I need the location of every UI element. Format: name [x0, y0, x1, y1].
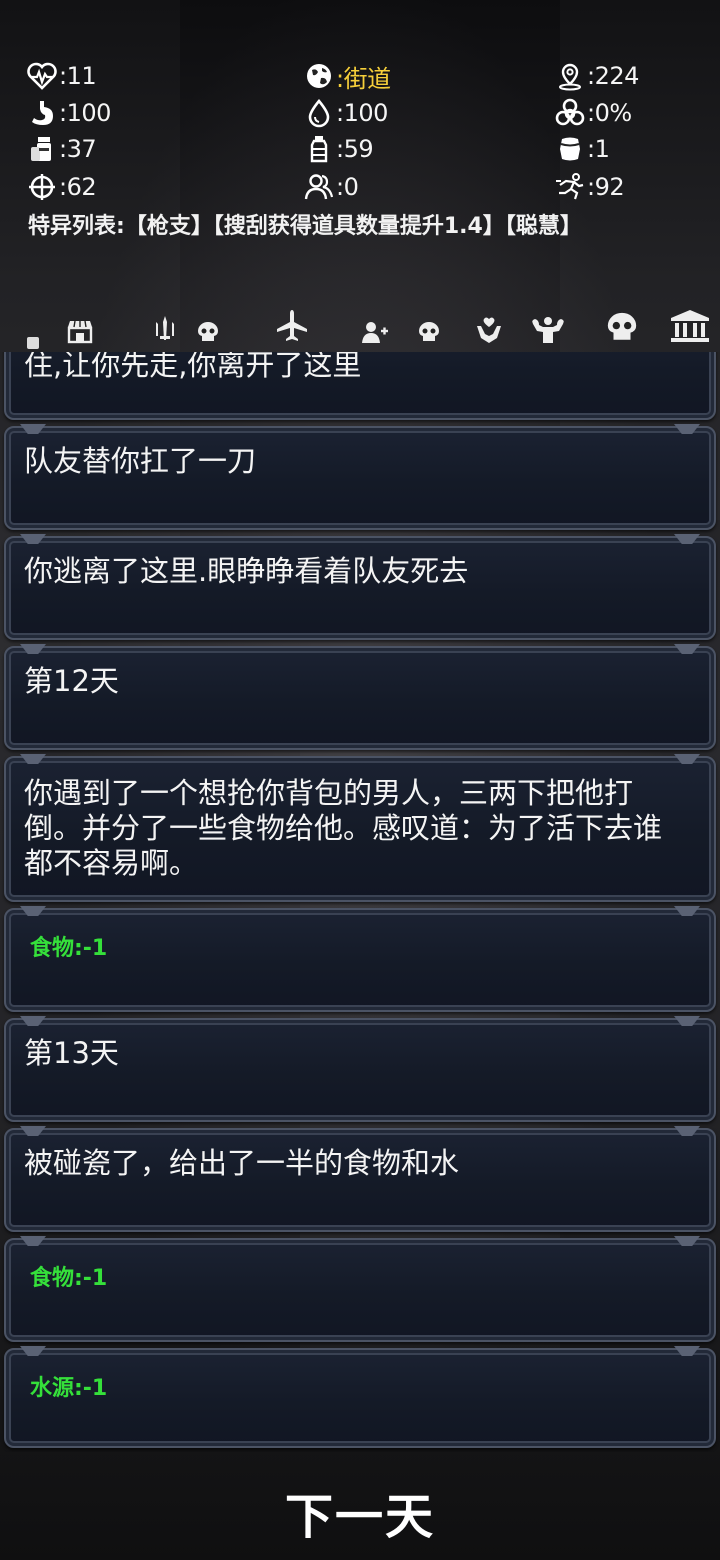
stat-agility-value: :92	[587, 173, 625, 201]
globe-icon	[307, 64, 331, 88]
log-entry: 你逃离了这里.眼睁睁看着队友死去	[4, 536, 716, 640]
crosshair-icon	[29, 174, 55, 200]
stat-agility: :92	[554, 169, 625, 205]
stat-water: :59	[303, 131, 374, 167]
log-entry-text: 被碰瓷了，给出了一半的食物和水	[24, 1146, 460, 1180]
tab-weapon[interactable]	[150, 300, 180, 344]
stat-accuracy-value: :62	[59, 173, 97, 201]
trait-item: 【搜刮获得道具数量提升1.4】	[212, 214, 505, 239]
log-entry-text: 队友替你扛了一刀	[24, 444, 257, 478]
running-icon	[556, 173, 584, 200]
log-entry-text: 因及由个定战效,去试逃跑,逃跑失败,队友死死的拖住,让你先走,你离开了这里	[24, 352, 362, 382]
log-entry-effect: 食物:-1	[30, 1266, 108, 1291]
stat-health-value: :11	[59, 62, 97, 90]
airplane-icon	[277, 310, 307, 341]
log-entry-text: 第12天	[24, 664, 119, 698]
traits-list: 特异列表:【枪支】【搜刮获得道具数量提升1.4】【聪慧】	[28, 208, 708, 240]
skull-icon	[419, 322, 439, 341]
heart-pulse-icon	[27, 62, 57, 90]
stat-food-value: :37	[59, 135, 97, 163]
skull-icon	[198, 322, 218, 341]
stat-supplies-value: :1	[587, 135, 610, 163]
tab-training[interactable]	[528, 300, 568, 344]
stat-location: :街道	[303, 58, 391, 94]
log-entry: 第12天	[4, 646, 716, 750]
log-entry: 被碰瓷了，给出了一半的食物和水	[4, 1128, 716, 1232]
muscle-icon	[532, 317, 564, 343]
tab-skull[interactable]	[194, 300, 222, 344]
stat-location-value: :街道	[336, 64, 391, 93]
skull-large-icon	[607, 312, 637, 340]
tab-shop[interactable]	[64, 300, 96, 344]
tab-travel[interactable]	[272, 300, 312, 344]
icon-tab-bar	[0, 300, 720, 352]
stat-thirst-value: :100	[336, 99, 388, 127]
stat-infection: :0%	[554, 95, 632, 131]
trait-item: 【枪支】	[124, 214, 213, 239]
traits-label: 特异列表:	[28, 214, 125, 239]
barrel-icon	[560, 137, 580, 161]
food-can-icon	[31, 137, 51, 161]
log-entry-text: 第13天	[24, 1036, 119, 1070]
weapon-icon	[156, 316, 174, 340]
stat-health: :11	[26, 58, 97, 94]
add-person-icon	[362, 322, 388, 343]
tab-skull-large[interactable]	[602, 300, 642, 344]
water-bottle-icon	[310, 136, 328, 163]
shop-icon	[67, 320, 93, 344]
stat-thirst: :100	[303, 95, 388, 131]
next-day-button[interactable]: 下一天	[210, 1478, 510, 1546]
stat-hunger-value: :100	[59, 99, 111, 127]
map-pin-icon	[559, 63, 581, 91]
stat-accuracy: :62	[26, 169, 97, 205]
tab-heal[interactable]	[474, 300, 504, 344]
stat-distance-value: :224	[587, 62, 639, 90]
log-entry-effect: 食物:-1	[30, 936, 108, 961]
log-entry: 食物:-1	[4, 908, 716, 1012]
tab-bank[interactable]	[668, 300, 712, 344]
bank-icon	[671, 310, 709, 342]
log-entry: 队友替你扛了一刀	[4, 426, 716, 530]
stat-hunger: :100	[26, 95, 111, 131]
tab-recruit[interactable]	[360, 300, 390, 344]
tab-indicator	[27, 337, 39, 349]
stomach-icon	[32, 101, 53, 125]
log-entry-text: 你逃离了这里.眼睁睁看着队友死去	[24, 554, 469, 588]
log-entry-text: 你遇到了一个想抢你背包的男人，三两下把他打倒。并分了一些食物给他。感叹道：为了活…	[24, 776, 663, 880]
stat-teammates-value: :0	[336, 173, 359, 201]
people-icon	[304, 174, 334, 200]
log-entry: 水源:-1	[4, 1348, 716, 1448]
stat-distance: :224	[554, 58, 639, 94]
log-entry-effect: 水源:-1	[30, 1376, 108, 1401]
log-entry: 食物:-1	[4, 1238, 716, 1342]
stat-infection-value: :0%	[587, 99, 632, 127]
log-entry: 第13天	[4, 1018, 716, 1122]
stat-supplies: :1	[554, 131, 610, 167]
heal-hands-icon	[477, 317, 501, 343]
tab-skull-2[interactable]	[414, 300, 444, 344]
stat-teammates: :0	[303, 169, 359, 205]
trait-item: 【聪慧】	[504, 214, 582, 239]
biohazard-icon	[555, 98, 585, 126]
water-drop-icon	[308, 98, 330, 128]
stat-water-value: :59	[336, 135, 374, 163]
log-entry: 因及由个定战效,去试逃跑,逃跑失败,队友死死的拖住,让你先走,你离开了这里	[4, 352, 716, 420]
event-log[interactable]: 因及由个定战效,去试逃跑,逃跑失败,队友死死的拖住,让你先走,你离开了这里 队友…	[0, 352, 720, 1452]
log-entry: 你遇到了一个想抢你背包的男人，三两下把他打倒。并分了一些食物给他。感叹道：为了活…	[4, 756, 716, 902]
stat-food: :37	[26, 131, 97, 167]
